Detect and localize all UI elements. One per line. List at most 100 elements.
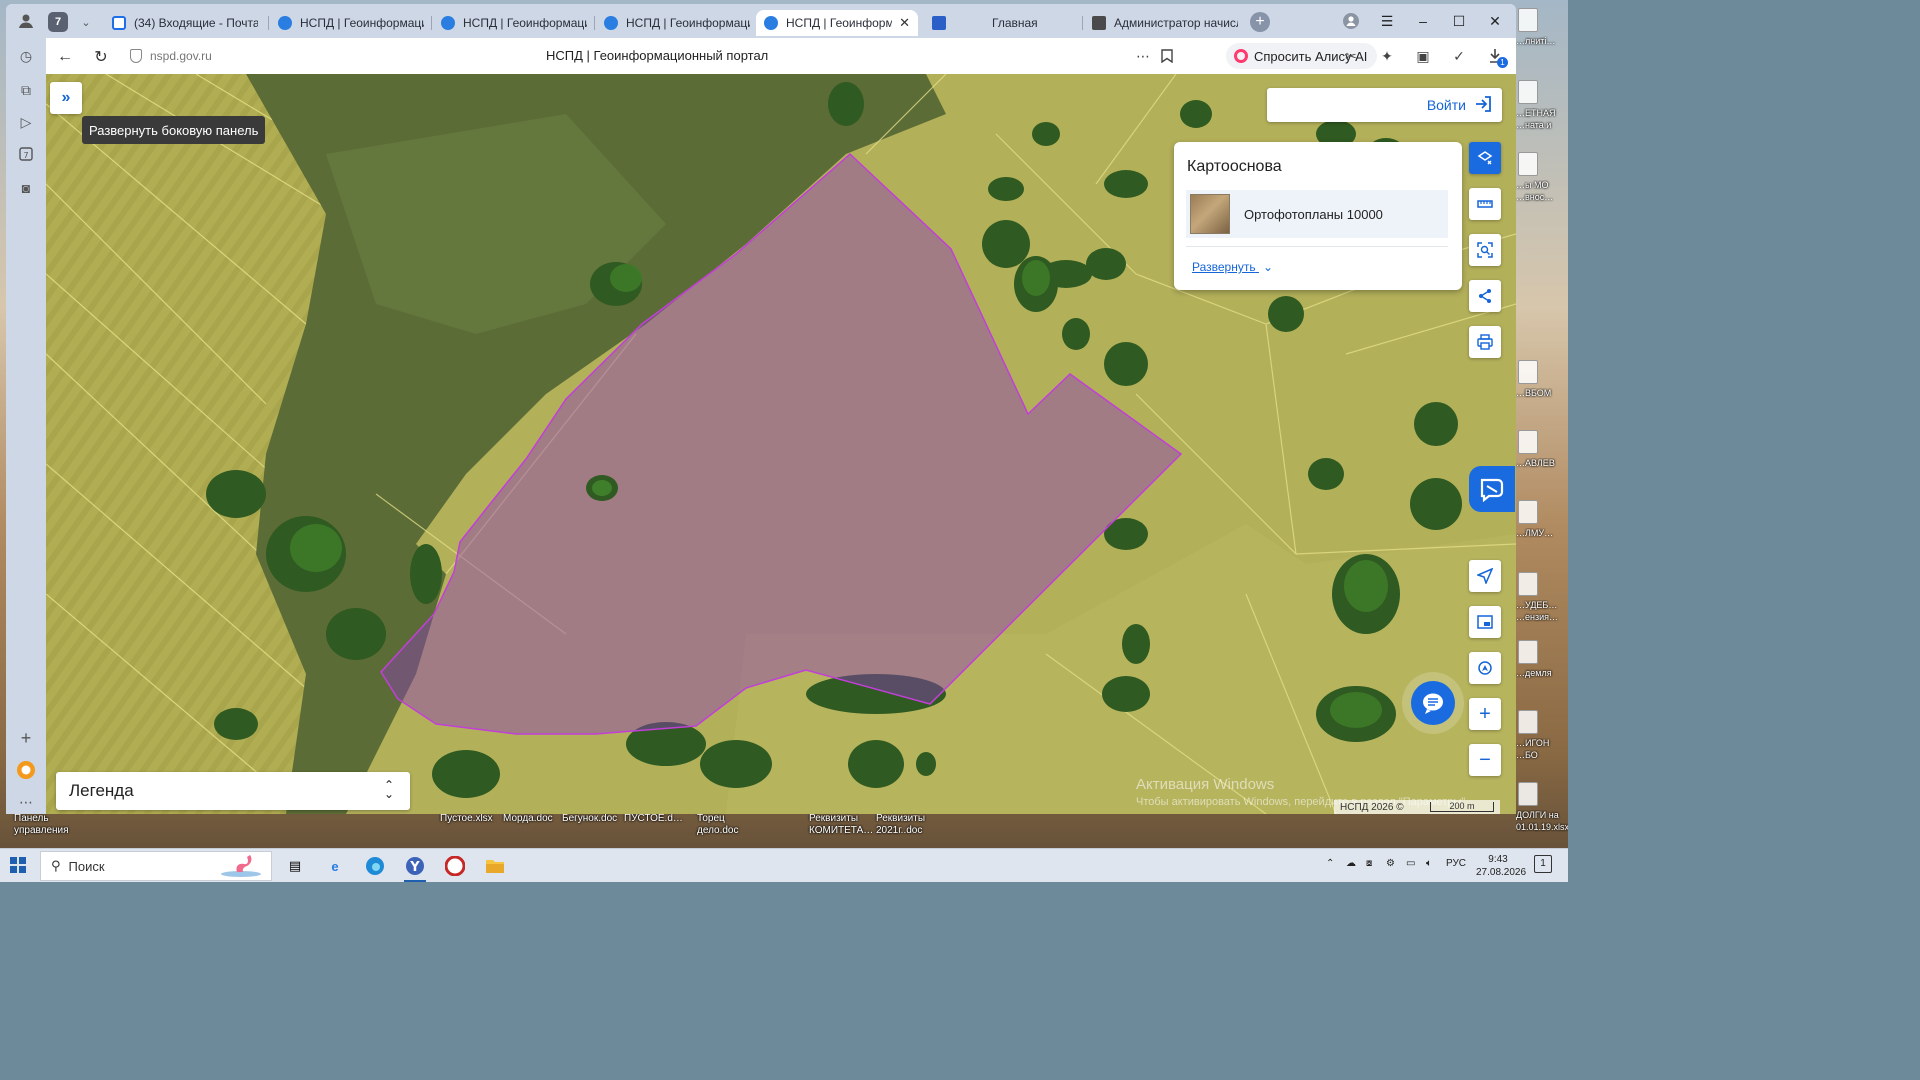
taskbar-search[interactable]: ⚲ Поиск — [40, 851, 272, 881]
verified-icon[interactable]: ✓ — [1450, 47, 1468, 65]
camera-icon[interactable]: ◙ — [16, 178, 36, 198]
app-c-icon[interactable] — [442, 854, 468, 878]
collections-icon[interactable]: ⧉ — [16, 80, 36, 100]
reload-icon[interactable]: ↻ — [90, 46, 112, 68]
volume-icon[interactable]: 🔈︎ — [1426, 858, 1432, 869]
basemap-expand-label: Развернуть — [1192, 260, 1256, 274]
monitor-icon[interactable]: ▭ — [1406, 858, 1415, 869]
onedrive-icon[interactable]: ☁ — [1346, 858, 1356, 869]
desktop-icon-label[interactable]: Морда.doc — [503, 813, 553, 825]
desktop-file-icon[interactable] — [1516, 500, 1568, 524]
shield-icon — [130, 49, 142, 63]
calendar-icon[interactable]: 7 — [16, 144, 36, 164]
geolocation-button[interactable] — [1469, 652, 1501, 684]
desktop-icon-label[interactable]: Реквизиты КОМИТЕТА… — [809, 813, 873, 837]
add-panel-icon[interactable]: + — [16, 728, 36, 748]
close-tab-icon[interactable]: ✕ — [899, 15, 910, 31]
maximize-icon[interactable]: ☐ — [1448, 11, 1470, 31]
tab-admin[interactable]: Администратор начислений — [1084, 10, 1238, 36]
legend-panel[interactable]: Легенда ⌃ ⌄ — [56, 772, 410, 810]
windows-start-icon[interactable] — [10, 857, 26, 873]
desktop-icon-label[interactable]: Торец дело.doc — [697, 813, 738, 837]
nspd-icon — [441, 16, 455, 30]
login-button[interactable]: Войти — [1267, 88, 1502, 122]
basemap-title: Картооснова — [1187, 158, 1282, 175]
layers-button[interactable] — [1469, 142, 1501, 174]
play-icon[interactable]: ▷ — [16, 112, 36, 132]
print-button[interactable] — [1469, 326, 1501, 358]
ruler-button[interactable] — [1469, 188, 1501, 220]
desktop-icon-label[interactable]: Пустое.xlsx — [440, 813, 493, 825]
basemap-layer-item[interactable]: Ортофотопланы 10000 — [1186, 190, 1448, 238]
desktop-file-icon[interactable] — [1516, 360, 1568, 384]
zoom-in-button[interactable]: + — [1469, 698, 1501, 730]
zoom-out-button[interactable]: − — [1469, 744, 1501, 776]
desktop-icon-label: …ната и — [1516, 120, 1552, 130]
menu-icon[interactable]: ☰ — [1376, 11, 1398, 31]
tab-nspd-3[interactable]: НСПД | Геоинформационный — [596, 10, 750, 36]
locate-button[interactable] — [1469, 560, 1501, 592]
desktop-file-icon[interactable] — [1516, 640, 1568, 664]
tab-separator — [594, 16, 595, 30]
profile-icon[interactable] — [16, 11, 36, 31]
share-button[interactable] — [1469, 280, 1501, 312]
file-explorer-icon[interactable] — [482, 854, 508, 878]
tray-chevron-icon[interactable]: ⌃ — [1326, 858, 1334, 869]
alice-orb-icon[interactable] — [16, 760, 36, 780]
tab-list-chevron-icon[interactable]: ⌄ — [76, 12, 96, 32]
desktop-icon-label[interactable]: Реквизиты 2021г..doc — [876, 813, 925, 837]
map-view[interactable]: » Развернуть боковую панель Войти Картоо… — [46, 74, 1516, 814]
minimap-button[interactable] — [1469, 606, 1501, 638]
expand-sidebar-button[interactable]: » — [50, 82, 82, 114]
extensions-icon[interactable]: ✦ — [1378, 47, 1396, 65]
tab-nspd-2[interactable]: НСПД | Геоинформационный — [433, 10, 587, 36]
plus-icon: + — [1479, 702, 1491, 725]
bookmark-icon[interactable] — [1158, 47, 1176, 65]
downloads-icon[interactable]: 1 — [1486, 47, 1508, 68]
desktop-file-icon[interactable] — [1516, 782, 1568, 806]
basemap-expand-link[interactable]: Развернуть ⌄ — [1192, 260, 1273, 274]
desktop-file-icon[interactable] — [1516, 8, 1568, 32]
pen-tool-icon[interactable]: ✂ — [1342, 47, 1360, 65]
tab-nspd-active[interactable]: НСПД | Геоинформационный ✕ — [756, 10, 918, 36]
minimize-icon[interactable]: – — [1412, 11, 1434, 31]
desktop-icon-label[interactable]: Панель управления — [14, 813, 69, 837]
tab-nspd-1[interactable]: НСПД | Геоинформационный — [270, 10, 424, 36]
close-window-icon[interactable]: ✕ — [1484, 11, 1506, 31]
search-icon: ⚲ — [51, 858, 61, 873]
desktop-file-icon[interactable] — [1516, 430, 1568, 454]
chat-button[interactable] — [1402, 672, 1464, 734]
desktop-file-icon[interactable] — [1516, 710, 1568, 734]
language-indicator[interactable]: РУС — [1446, 858, 1466, 869]
area-search-button[interactable] — [1469, 234, 1501, 266]
ie-icon[interactable]: e — [322, 854, 348, 878]
tray-app-icon[interactable]: ⧇ — [1366, 858, 1372, 869]
more-dots-icon[interactable]: ⋯ — [1134, 47, 1152, 65]
tab-separator — [268, 16, 269, 30]
network-icon[interactable]: ⚙ — [1386, 858, 1395, 869]
sidebar-icon[interactable]: ▣ — [1414, 47, 1432, 65]
edge-icon[interactable] — [362, 854, 388, 878]
tab-home[interactable]: Главная — [924, 10, 1078, 36]
notification-count: 1 — [1540, 858, 1546, 869]
clock[interactable]: 9:43 27.08.2026 — [1476, 853, 1526, 879]
account-icon[interactable] — [1340, 11, 1362, 31]
history-icon[interactable]: ◷ — [16, 46, 36, 66]
tab-count-badge[interactable]: 7 — [48, 12, 68, 32]
new-tab-button[interactable]: + — [1250, 12, 1270, 32]
ruler-icon — [1477, 200, 1493, 208]
notifications-button[interactable]: 1 — [1534, 855, 1552, 873]
url-text[interactable]: nspd.gov.ru — [150, 49, 212, 63]
desktop-file-icon[interactable] — [1516, 152, 1568, 176]
tab-mail[interactable]: (34) Входящие - Почта Mail — [104, 10, 258, 36]
yandex-browser-icon[interactable]: Y — [402, 854, 428, 882]
desktop-file-icon[interactable] — [1516, 80, 1568, 104]
desktop-file-icon[interactable] — [1516, 572, 1568, 596]
desktop-icon-label[interactable]: ПУСТОЕ.d… — [624, 813, 683, 825]
basemap-thumbnail — [1190, 194, 1230, 234]
task-view-icon[interactable]: ▤ — [282, 854, 308, 878]
assistant-button[interactable] — [1469, 466, 1515, 512]
back-icon[interactable]: ← — [54, 46, 76, 68]
more-icon[interactable]: ⋯ — [16, 792, 36, 812]
desktop-icon-label[interactable]: Бегунок.doc — [562, 813, 617, 825]
